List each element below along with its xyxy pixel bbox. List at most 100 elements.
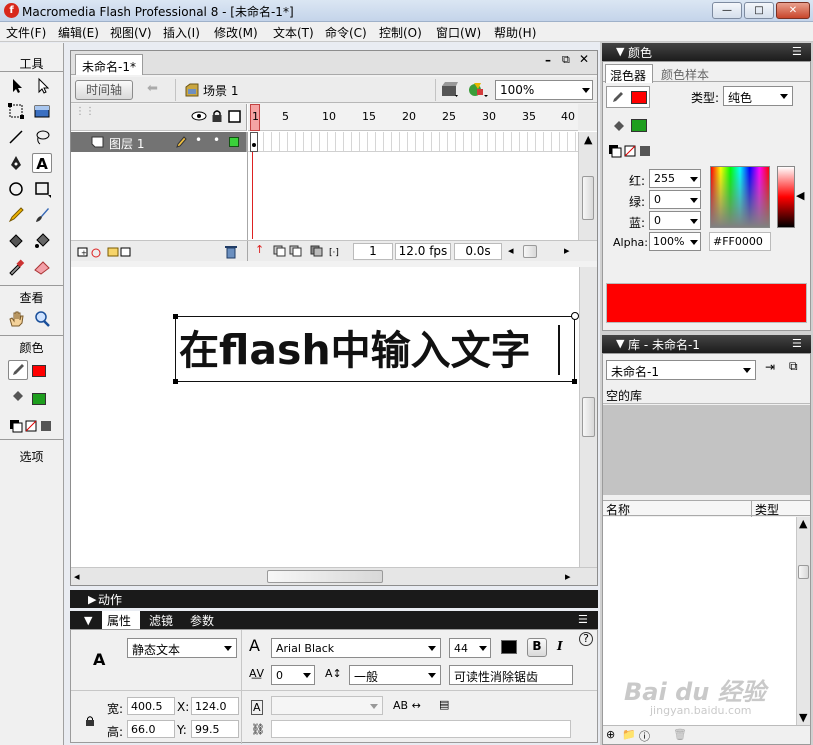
timeline-vscrollbar[interactable]: ▲ bbox=[578, 132, 597, 240]
fill-color-swatch[interactable] bbox=[631, 119, 647, 132]
frame-row[interactable] bbox=[248, 132, 578, 152]
text-tool[interactable]: A bbox=[32, 153, 52, 173]
tab-properties[interactable]: 属性 bbox=[102, 611, 140, 629]
handle-bottom-right[interactable] bbox=[572, 379, 577, 384]
doc-close-icon[interactable]: ✕ bbox=[579, 52, 589, 66]
scroll-right-icon[interactable]: ▸ bbox=[565, 570, 571, 583]
close-button[interactable]: ✕ bbox=[776, 2, 810, 19]
menu-window[interactable]: 窗口(W) bbox=[436, 24, 481, 41]
fill-color-swatch[interactable] bbox=[32, 393, 46, 405]
subselect-tool[interactable] bbox=[32, 76, 52, 96]
link-dropdown[interactable] bbox=[271, 696, 383, 715]
scroll-up-icon[interactable]: ▲ bbox=[799, 517, 807, 530]
alpha-field[interactable]: 100% bbox=[649, 232, 701, 251]
menu-edit[interactable]: 编辑(E) bbox=[58, 24, 99, 41]
keyframe[interactable] bbox=[250, 132, 258, 152]
scroll-down-icon[interactable]: ▼ bbox=[799, 711, 807, 724]
menu-insert[interactable]: 插入(I) bbox=[163, 24, 200, 41]
gradient-transform-tool[interactable] bbox=[32, 101, 52, 121]
trash-icon[interactable]: 🗑 bbox=[673, 728, 687, 741]
pencil-tool[interactable] bbox=[6, 205, 26, 225]
green-field[interactable]: 0 bbox=[649, 190, 701, 209]
trash-icon[interactable] bbox=[224, 244, 238, 259]
text-type-dropdown[interactable]: 静态文本 bbox=[127, 638, 237, 658]
library-panel-header[interactable]: ▼ 库 - 未命名-1 ☰ bbox=[602, 335, 811, 353]
library-vscrollbar[interactable]: ▲ ▼ bbox=[796, 517, 810, 725]
scrollbar-thumb[interactable] bbox=[267, 570, 383, 583]
layer-row[interactable]: 图层 1 • • bbox=[71, 132, 247, 152]
stage-vscrollbar[interactable] bbox=[579, 267, 597, 567]
collapse-arrow-icon[interactable]: ▼ bbox=[616, 337, 624, 350]
onion-skin-icons[interactable]: [·] bbox=[273, 245, 343, 257]
edit-scene-icon[interactable] bbox=[441, 81, 461, 99]
resize-handle-circle[interactable] bbox=[571, 312, 579, 320]
collapse-arrow-icon[interactable]: ▼ bbox=[84, 614, 92, 627]
line-tool[interactable] bbox=[6, 127, 26, 147]
menu-commands[interactable]: 命令(C) bbox=[325, 24, 367, 41]
visibility-dot[interactable]: • bbox=[195, 133, 202, 147]
brush-tool[interactable] bbox=[32, 205, 52, 225]
panel-menu-icon[interactable]: ☰ bbox=[792, 337, 802, 350]
timeline-hscroll-thumb[interactable] bbox=[523, 245, 537, 258]
text-color-swatch[interactable] bbox=[501, 640, 517, 654]
fill-color-tool[interactable] bbox=[8, 388, 28, 408]
ink-bottle-tool[interactable] bbox=[6, 231, 26, 251]
maximize-button[interactable]: □ bbox=[744, 2, 774, 19]
minimize-button[interactable]: — bbox=[712, 2, 742, 19]
paint-bucket-icon[interactable] bbox=[611, 118, 627, 134]
eye-icon[interactable] bbox=[191, 111, 207, 121]
tab-mixer[interactable]: 混色器 bbox=[605, 64, 653, 83]
pin-icon[interactable]: ⇥ bbox=[765, 360, 775, 374]
lock-dot[interactable]: • bbox=[213, 133, 220, 147]
blue-field[interactable]: 0 bbox=[649, 211, 701, 230]
stroke-color-tool[interactable] bbox=[8, 360, 28, 380]
center-frame-icon[interactable]: ↑ bbox=[255, 243, 264, 256]
add-layer-icons[interactable]: + bbox=[77, 245, 131, 259]
help-icon[interactable]: ? bbox=[579, 632, 593, 646]
handle-top-left[interactable] bbox=[173, 314, 178, 319]
properties-icon[interactable]: ⓘ bbox=[639, 728, 650, 744]
library-doc-dropdown[interactable]: 未命名-1 bbox=[606, 360, 756, 380]
aliasing-dropdown[interactable]: 可读性消除锯齿 bbox=[449, 665, 573, 685]
scroll-left-icon[interactable]: ◂ bbox=[508, 244, 514, 257]
panel-menu-icon[interactable]: ☰ bbox=[578, 613, 588, 626]
slider-arrow-icon[interactable]: ◀ bbox=[796, 189, 804, 202]
frame-rate-field[interactable]: 12.0 fps bbox=[395, 243, 451, 260]
color-swap-icons[interactable] bbox=[10, 419, 54, 436]
x-field[interactable]: 124.0 bbox=[191, 697, 239, 715]
letter-spacing-field[interactable]: 0 bbox=[271, 665, 315, 685]
scroll-up-icon[interactable]: ▲ bbox=[584, 133, 592, 146]
new-symbol-icon[interactable]: ⊕ bbox=[606, 728, 615, 741]
timeline-toggle-button[interactable]: 时间轴 bbox=[75, 80, 133, 100]
current-frame-field[interactable]: 1 bbox=[353, 243, 393, 260]
bold-button[interactable]: B bbox=[527, 638, 547, 657]
collapse-arrow-icon[interactable]: ▼ bbox=[616, 45, 624, 58]
free-transform-tool[interactable] bbox=[6, 101, 26, 121]
menu-help[interactable]: 帮助(H) bbox=[494, 24, 536, 41]
text-field[interactable]: 在flash中输入文字 bbox=[173, 312, 579, 384]
scroll-right-icon[interactable]: ▸ bbox=[564, 244, 570, 257]
lock-icon[interactable] bbox=[85, 715, 95, 727]
menu-view[interactable]: 视图(V) bbox=[110, 24, 152, 41]
new-folder-icon[interactable]: 📁 bbox=[622, 728, 636, 741]
scrollbar-thumb[interactable] bbox=[582, 176, 594, 220]
edit-symbols-icon[interactable] bbox=[468, 81, 490, 99]
timeline-menu-icon[interactable] bbox=[578, 104, 597, 131]
layer-name[interactable]: 图层 1 bbox=[109, 135, 144, 152]
doc-restore-icon[interactable]: ⧉ bbox=[562, 53, 570, 67]
rectangle-tool[interactable] bbox=[32, 179, 52, 199]
pen-tool[interactable] bbox=[6, 153, 26, 173]
lasso-tool[interactable] bbox=[32, 127, 52, 147]
scrollbar-thumb[interactable] bbox=[582, 397, 595, 437]
width-field[interactable]: 400.5 bbox=[127, 697, 175, 715]
baseline-dropdown[interactable]: 一般 bbox=[349, 665, 441, 685]
menu-text[interactable]: 文本(T) bbox=[273, 24, 314, 41]
fill-type-dropdown[interactable]: 纯色 bbox=[723, 86, 793, 106]
hand-tool[interactable] bbox=[6, 309, 26, 329]
stroke-color-swatch[interactable] bbox=[32, 365, 46, 377]
menu-modify[interactable]: 修改(M) bbox=[214, 24, 258, 41]
menu-file[interactable]: 文件(F) bbox=[6, 24, 46, 41]
stage[interactable]: 在flash中输入文字 bbox=[71, 267, 579, 567]
stage-hscrollbar[interactable]: ◂ ▸ bbox=[71, 567, 597, 585]
font-dropdown[interactable]: Arial Black bbox=[271, 638, 441, 658]
